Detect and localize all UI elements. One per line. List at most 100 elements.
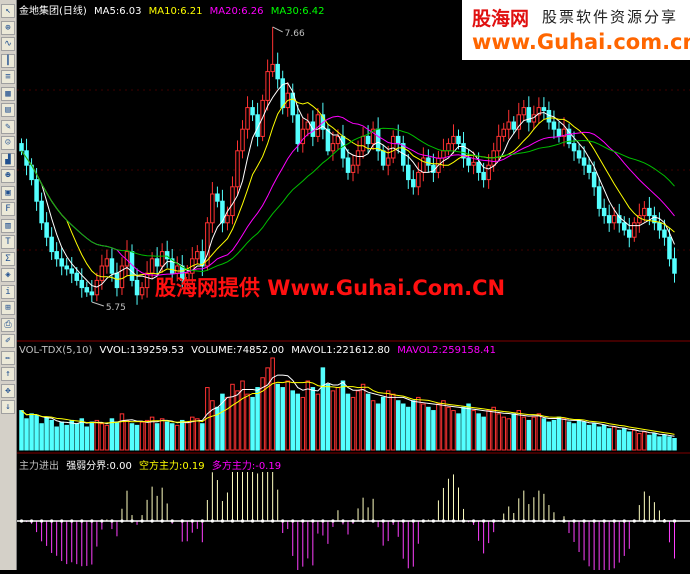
- zoom-icon[interactable]: ⊕: [1, 20, 15, 35]
- indicator-zero-dot: [582, 519, 586, 523]
- volume-bar: [119, 413, 125, 451]
- volume-bar: [571, 423, 577, 451]
- market-icon[interactable]: ◈: [1, 268, 15, 282]
- volume-bar: [637, 433, 642, 451]
- candle-body: [49, 236, 54, 253]
- volume-bar: [29, 413, 34, 451]
- indicator-zero-dot: [371, 519, 375, 523]
- volume-bar: [59, 421, 64, 451]
- candle-body: [159, 251, 165, 267]
- volume-bar: [225, 396, 230, 451]
- candle-body: [426, 157, 431, 166]
- candle-body: [632, 222, 637, 238]
- list-icon[interactable]: ≡: [1, 70, 15, 84]
- volume-bar: [134, 424, 140, 451]
- pen-icon[interactable]: ✏: [1, 350, 15, 365]
- volume-bar: [195, 418, 200, 451]
- indicator-zero-dot: [642, 519, 646, 523]
- volume-bar: [235, 390, 240, 451]
- chart-icon[interactable]: ▟: [1, 152, 15, 167]
- candle-body: [360, 135, 366, 152]
- candle-icon[interactable]: ┃: [1, 53, 15, 68]
- indicator-zero-dot: [622, 519, 626, 523]
- volume-bar: [159, 418, 165, 451]
- text-icon[interactable]: T: [1, 235, 15, 249]
- volume-bar: [64, 424, 69, 451]
- volume-bar: [421, 403, 426, 451]
- indicator-zero-dot: [461, 519, 466, 523]
- stat-icon[interactable]: Σ: [1, 251, 15, 266]
- candle-body: [416, 171, 421, 188]
- volume-bar: [305, 380, 311, 451]
- edit-icon[interactable]: ✐: [1, 334, 15, 348]
- indicator-zero-dot: [552, 519, 556, 523]
- print-icon[interactable]: ⎙: [1, 317, 15, 332]
- volume-bar: [154, 423, 160, 451]
- info-icon[interactable]: i: [1, 284, 15, 299]
- grid-icon[interactable]: ▦: [1, 86, 15, 101]
- indicator-zero-dot: [572, 519, 576, 523]
- candle-body: [576, 150, 582, 159]
- volume-bar: [536, 413, 542, 451]
- price-legend-ma10: MA10:6.21: [148, 6, 203, 17]
- window-icon[interactable]: ▣: [1, 185, 15, 200]
- people-icon[interactable]: ☻: [1, 169, 15, 183]
- indicator-zero-dot: [271, 519, 275, 523]
- banner-url: www.Guhai.com.cn: [472, 30, 690, 54]
- candle-body: [506, 121, 511, 130]
- volume-bar: [330, 390, 336, 451]
- calc-icon[interactable]: ⊞: [1, 301, 15, 315]
- candle-body: [586, 164, 592, 173]
- indicator-zero-dot: [471, 519, 476, 523]
- candle-body: [235, 150, 240, 188]
- cross-icon[interactable]: ✥: [1, 383, 15, 398]
- indicator-zero-dot: [411, 519, 415, 523]
- indicator-zero-dot: [602, 519, 606, 523]
- volume-bar: [662, 434, 667, 451]
- volume-bar: [355, 390, 361, 451]
- person-icon[interactable]: ☺: [1, 136, 15, 150]
- candle-body: [104, 258, 110, 267]
- candle-body: [355, 150, 361, 166]
- volume-bar: [431, 410, 436, 451]
- candle-body: [144, 272, 150, 289]
- indicator-zero-dot: [80, 519, 84, 523]
- volume-bar: [491, 406, 496, 451]
- cursor-icon[interactable]: ↖: [1, 4, 15, 18]
- down-arrow-icon[interactable]: ↓: [1, 400, 15, 414]
- volume-bar: [456, 413, 461, 451]
- volume-bar: [481, 416, 486, 451]
- volume-bar: [295, 393, 301, 451]
- indicator-zero-dot: [451, 519, 456, 523]
- candle-body: [139, 287, 145, 296]
- price-legend-ma5: MA5:6.03: [94, 6, 142, 17]
- volume-bar: [325, 383, 331, 451]
- volume-bar: [94, 419, 100, 451]
- candle-body: [275, 63, 280, 80]
- volume-bar: [169, 423, 175, 451]
- volume-bar: [591, 423, 597, 451]
- volume-bar: [506, 418, 511, 451]
- indicator-zero-dot: [261, 519, 265, 523]
- candle-body: [84, 287, 90, 293]
- indicator-zero-dot: [441, 519, 446, 523]
- candle-body: [446, 143, 451, 152]
- candle-body: [672, 258, 677, 274]
- f10-icon[interactable]: F: [1, 202, 15, 216]
- price-legend-ma30: MA30:6.42: [270, 6, 325, 17]
- note-icon[interactable]: ✎: [1, 119, 15, 134]
- volume-bar: [200, 423, 205, 451]
- candle-body: [350, 164, 356, 173]
- line-chart-icon[interactable]: ∿: [1, 37, 15, 51]
- volume-bar: [436, 403, 441, 451]
- volume-bar: [622, 428, 627, 451]
- up-arrow-icon[interactable]: ↑: [1, 367, 15, 381]
- candle-body: [94, 279, 100, 296]
- indicator-zero-dot: [301, 519, 305, 523]
- candle-body: [210, 193, 215, 224]
- bars-icon[interactable]: ▥: [1, 218, 15, 233]
- volume-bar: [164, 421, 170, 451]
- peak-annotation-label: 7.66: [285, 29, 305, 39]
- indicator-zero-dot: [120, 519, 124, 523]
- table-icon[interactable]: ▤: [1, 103, 15, 117]
